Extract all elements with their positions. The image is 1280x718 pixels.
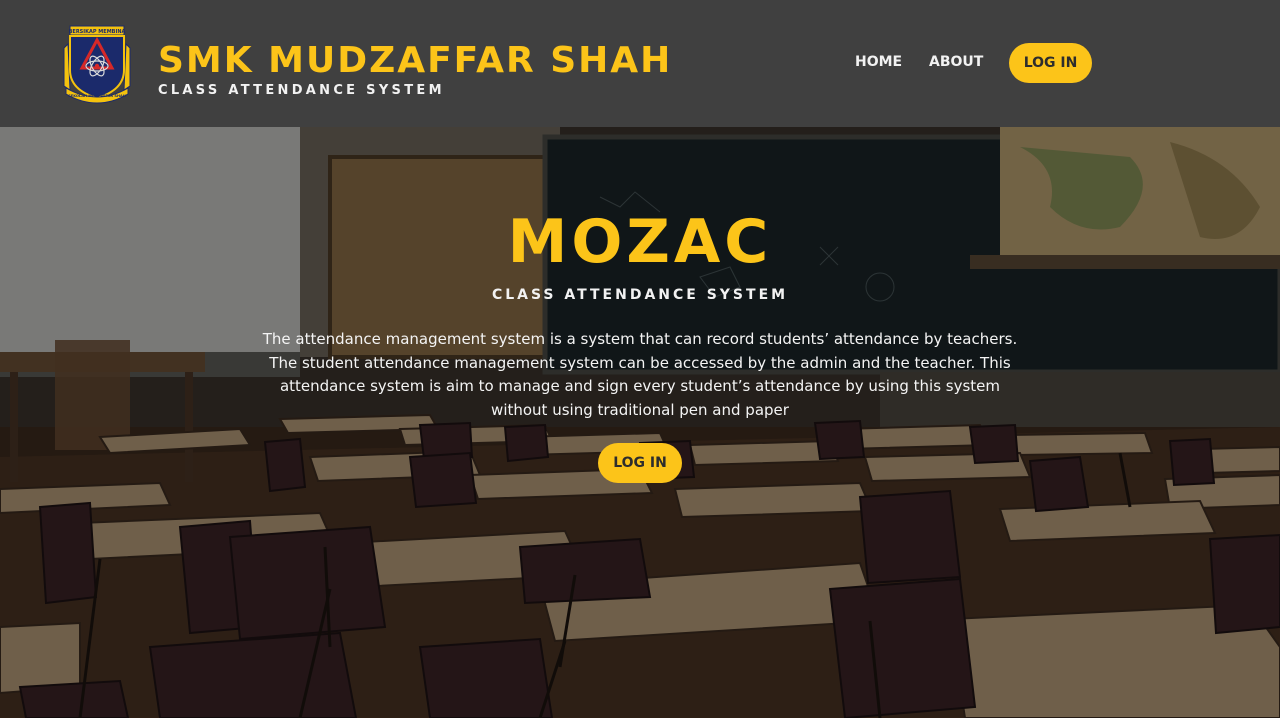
header-login-button[interactable]: LOG IN (1009, 43, 1092, 83)
hero-login-button[interactable]: LOG IN (598, 443, 682, 483)
hero-section: MOZAC CLASS ATTENDANCE SYSTEM The attend… (0, 127, 1280, 718)
nav-home-link[interactable]: HOME (855, 54, 902, 70)
hero-subtitle: CLASS ATTENDANCE SYSTEM (491, 287, 789, 303)
nav-about-link[interactable]: ABOUT (929, 54, 983, 70)
svg-text:BERSIKAP MEMBINA: BERSIKAP MEMBINA (69, 29, 126, 35)
hero-title: MOZAC (507, 207, 773, 277)
site-header: BERSIKAP MEMBINA SEKOLAH MUDZAFFAR SHAH … (0, 0, 1280, 127)
hero-description: The attendance management system is a sy… (262, 330, 1018, 419)
page: BERSIKAP MEMBINA SEKOLAH MUDZAFFAR SHAH … (0, 0, 1280, 718)
school-crest-icon: BERSIKAP MEMBINA SEKOLAH MUDZAFFAR SHAH (63, 25, 131, 104)
svg-text:SEKOLAH MUDZAFFAR SHAH: SEKOLAH MUDZAFFAR SHAH (68, 94, 126, 98)
brand-subtitle: CLASS ATTENDANCE SYSTEM (158, 83, 445, 98)
brand-title: SMK MUDZAFFAR SHAH (158, 40, 673, 81)
